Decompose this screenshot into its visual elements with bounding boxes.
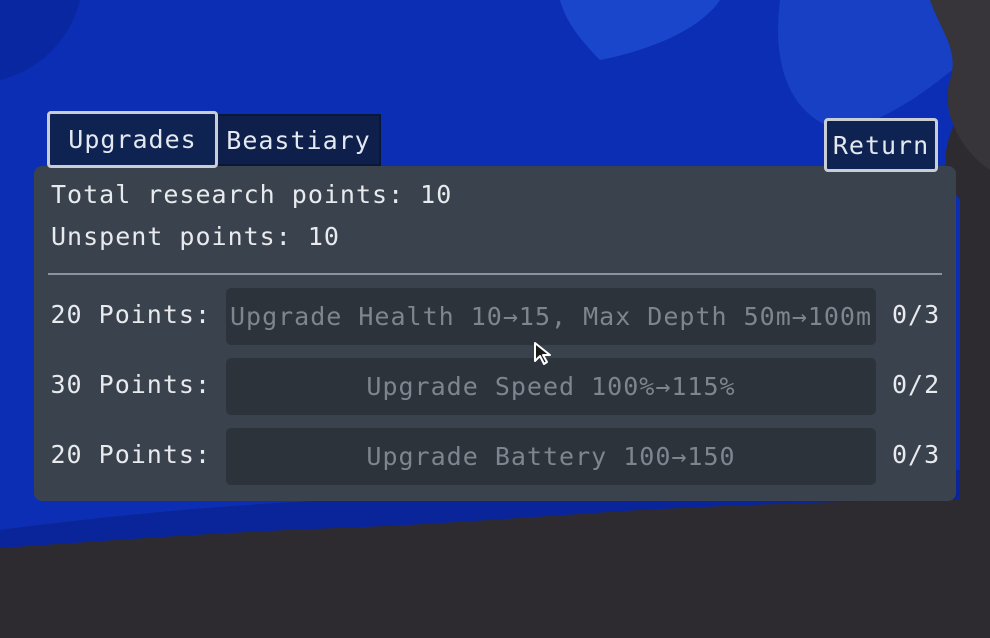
unspent-points: Unspent points: 10 [51,222,340,251]
return-button[interactable]: Return [824,118,938,172]
tab-upgrades[interactable]: Upgrades [47,111,218,168]
upgrade-cost: 20 Points: [50,300,211,329]
upgrade-progress: 0/3 [892,440,941,469]
upgrade-progress: 0/2 [892,370,941,399]
mouse-cursor-icon [534,342,551,365]
upgrade-health-button[interactable]: Upgrade Health 10→15, Max Depth 50m→100m [226,288,876,345]
total-research-points: Total research points: 10 [51,180,453,209]
upgrade-progress: 0/3 [892,300,941,329]
tab-beastiary[interactable]: Beastiary [216,114,381,166]
divider [48,273,942,275]
research-panel: Total research points: 10 Unspent points… [34,166,956,501]
upgrade-battery-button[interactable]: Upgrade Battery 100→150 [226,428,876,485]
upgrade-cost: 20 Points: [50,440,211,469]
upgrade-cost: 30 Points: [50,370,211,399]
